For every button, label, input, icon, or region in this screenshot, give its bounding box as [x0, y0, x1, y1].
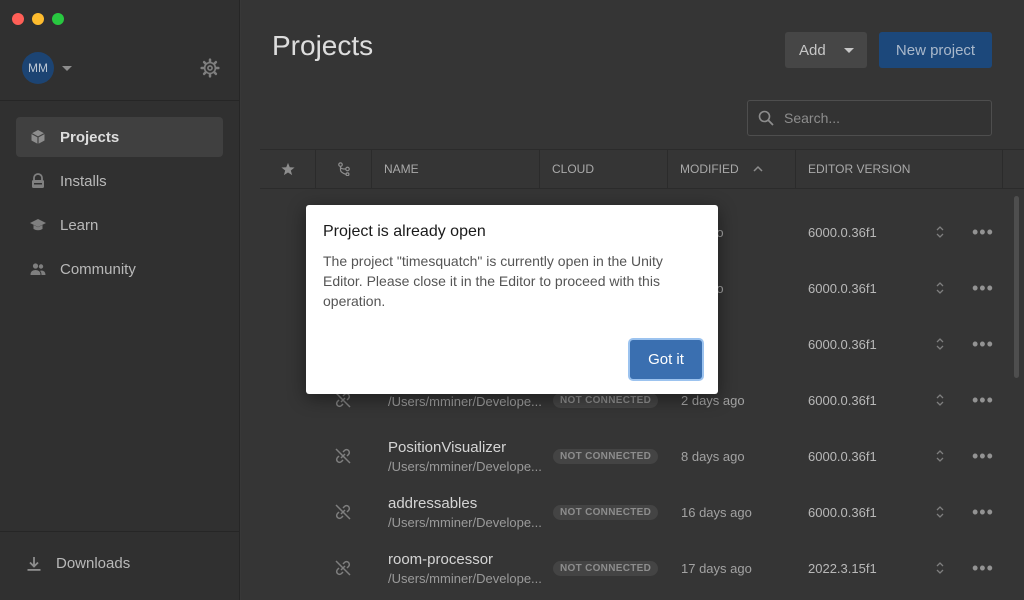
maximize-window-button[interactable]	[52, 13, 64, 25]
minimize-window-button[interactable]	[32, 13, 44, 25]
close-window-button[interactable]	[12, 13, 24, 25]
window-controls	[12, 13, 64, 25]
got-it-button[interactable]: Got it	[630, 340, 702, 379]
dialog-title: Project is already open	[323, 223, 486, 240]
dialog-message: The project "timesquatch" is currently o…	[323, 253, 663, 309]
project-open-dialog: Project is already open The project "tim…	[306, 205, 718, 394]
